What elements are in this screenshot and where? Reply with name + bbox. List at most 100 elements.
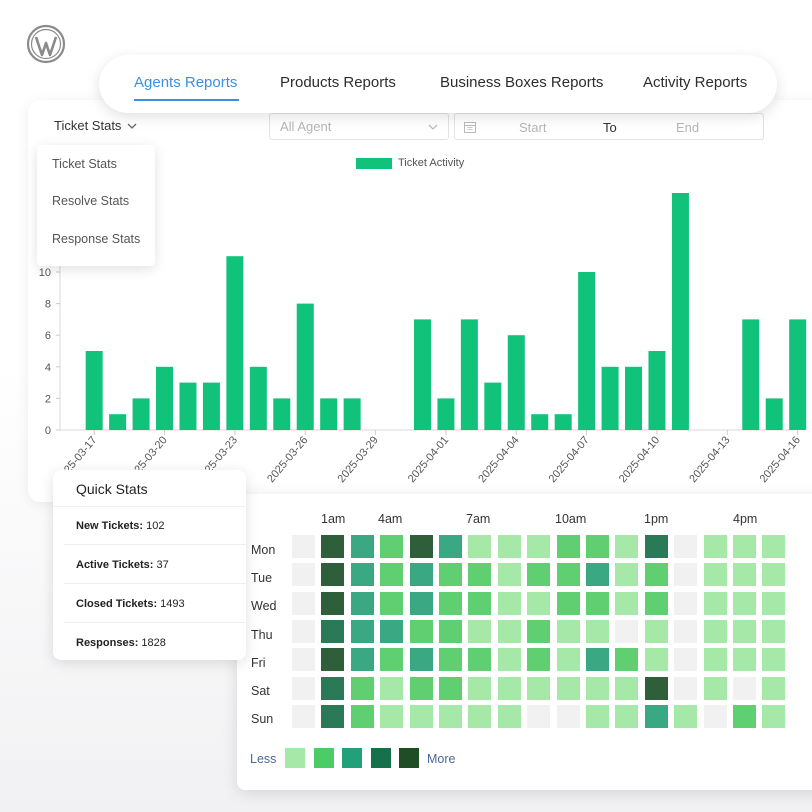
heatmap-cell-tue-4[interactable] (409, 563, 433, 587)
heatmap-cell-thu-5[interactable] (439, 619, 462, 643)
bar-2025-04-01[interactable] (437, 398, 455, 430)
heatmap-cell-wed-6[interactable] (468, 591, 492, 615)
heatmap-cell-fri-5[interactable] (439, 648, 462, 672)
heatmap-cell-sat-10[interactable] (586, 676, 609, 700)
heatmap-cell-sun-10[interactable] (586, 704, 609, 728)
heatmap-cell-wed-15[interactable] (733, 591, 756, 615)
heatmap-cell-tue-10[interactable] (586, 563, 609, 587)
heatmap-cell-sat-8[interactable] (527, 676, 551, 700)
bar-2025-04-05[interactable] (531, 414, 549, 430)
heatmap-cell-tue-1[interactable] (321, 563, 345, 587)
heatmap-cell-sat-14[interactable] (703, 676, 727, 700)
dropdown-option-resolve-stats[interactable]: Resolve Stats (52, 194, 129, 208)
heatmap-cell-fri-8[interactable] (527, 648, 551, 672)
heatmap-cell-tue-12[interactable] (644, 563, 668, 587)
heatmap-cell-mon-8[interactable] (527, 535, 551, 558)
heatmap-cell-fri-2[interactable] (350, 648, 374, 672)
bar-2025-04-03[interactable] (484, 382, 502, 430)
heatmap-cell-sat-1[interactable] (321, 676, 345, 700)
heatmap-cell-sun-12[interactable] (644, 704, 668, 728)
bar-2025-04-07[interactable] (578, 272, 596, 430)
heatmap-cell-sun-7[interactable] (497, 704, 521, 728)
heatmap-cell-fri-15[interactable] (733, 648, 756, 672)
heatmap-cell-thu-2[interactable] (350, 619, 374, 643)
heatmap-cell-mon-14[interactable] (703, 535, 727, 558)
heatmap-cell-thu-1[interactable] (321, 619, 345, 643)
bar-2025-03-27[interactable] (320, 398, 338, 430)
bar-2025-03-17[interactable] (85, 351, 103, 430)
heatmap-cell-mon-15[interactable] (733, 535, 756, 558)
heatmap-cell-wed-1[interactable] (321, 591, 345, 615)
heatmap-cell-sun-4[interactable] (409, 704, 433, 728)
heatmap-cell-fri-4[interactable] (409, 648, 433, 672)
heatmap-cell-fri-12[interactable] (644, 648, 668, 672)
heatmap-cell-mon-0[interactable] (292, 535, 315, 558)
heatmap-cell-wed-12[interactable] (644, 591, 668, 615)
heatmap-cell-tue-7[interactable] (497, 563, 521, 587)
heatmap-cell-tue-5[interactable] (439, 563, 462, 587)
heatmap-cell-sat-9[interactable] (556, 676, 580, 700)
heatmap-cell-sun-13[interactable] (674, 704, 698, 728)
heatmap-cell-sun-14[interactable] (703, 704, 727, 728)
heatmap-cell-wed-11[interactable] (615, 591, 639, 615)
heatmap-cell-mon-1[interactable] (321, 535, 345, 558)
heatmap-cell-sun-0[interactable] (292, 704, 315, 728)
heatmap-cell-fri-11[interactable] (615, 648, 639, 672)
heatmap-cell-thu-4[interactable] (409, 619, 433, 643)
heatmap-cell-tue-0[interactable] (292, 563, 315, 587)
heatmap-cell-wed-5[interactable] (439, 591, 462, 615)
heatmap-cell-wed-10[interactable] (586, 591, 609, 615)
heatmap-cell-wed-14[interactable] (703, 591, 727, 615)
bar-2025-03-19[interactable] (132, 398, 150, 430)
heatmap-cell-thu-0[interactable] (292, 619, 315, 643)
bar-2025-04-09[interactable] (625, 366, 643, 430)
heatmap-cell-mon-10[interactable] (586, 535, 609, 558)
heatmap-cell-tue-3[interactable] (380, 563, 404, 587)
heatmap-cell-sun-8[interactable] (527, 704, 551, 728)
heatmap-cell-mon-11[interactable] (615, 535, 639, 558)
heatmap-cell-wed-13[interactable] (674, 591, 698, 615)
bar-2025-04-16[interactable] (789, 319, 807, 430)
bar-2025-03-23[interactable] (226, 256, 244, 430)
bar-2025-04-06[interactable] (554, 414, 572, 430)
dropdown-option-response-stats[interactable]: Response Stats (52, 232, 140, 246)
heatmap-cell-sat-16[interactable] (762, 676, 786, 700)
heatmap-cell-fri-7[interactable] (497, 648, 521, 672)
heatmap-cell-thu-10[interactable] (586, 619, 609, 643)
heatmap-cell-thu-6[interactable] (468, 619, 492, 643)
heatmap-cell-mon-7[interactable] (497, 535, 521, 558)
heatmap-cell-thu-3[interactable] (380, 619, 404, 643)
dropdown-option-ticket-stats[interactable]: Ticket Stats (52, 157, 117, 171)
bar-2025-04-15[interactable] (765, 398, 783, 430)
heatmap-cell-thu-7[interactable] (497, 619, 521, 643)
heatmap-cell-mon-9[interactable] (556, 535, 580, 558)
heatmap-cell-thu-12[interactable] (644, 619, 668, 643)
heatmap-cell-sat-4[interactable] (409, 676, 433, 700)
bar-2025-03-18[interactable] (109, 414, 127, 430)
bar-2025-04-11[interactable] (671, 193, 689, 430)
heatmap-cell-tue-13[interactable] (674, 563, 698, 587)
heatmap-cell-tue-14[interactable] (703, 563, 727, 587)
heatmap-cell-fri-10[interactable] (586, 648, 609, 672)
heatmap-cell-thu-8[interactable] (527, 619, 551, 643)
heatmap-cell-wed-9[interactable] (556, 591, 580, 615)
heatmap-cell-sat-3[interactable] (380, 676, 404, 700)
heatmap-cell-thu-14[interactable] (703, 619, 727, 643)
heatmap-cell-wed-0[interactable] (292, 591, 315, 615)
tab-products-reports[interactable]: Products Reports (280, 74, 396, 91)
heatmap-cell-fri-13[interactable] (674, 648, 698, 672)
heatmap-cell-fri-6[interactable] (468, 648, 492, 672)
heatmap-cell-wed-8[interactable] (527, 591, 551, 615)
heatmap-cell-sat-15[interactable] (733, 676, 756, 700)
heatmap-cell-fri-16[interactable] (762, 648, 786, 672)
heatmap-cell-mon-4[interactable] (409, 535, 433, 558)
heatmap-cell-tue-11[interactable] (615, 563, 639, 587)
heatmap-cell-mon-2[interactable] (350, 535, 374, 558)
heatmap-cell-sat-7[interactable] (497, 676, 521, 700)
heatmap-cell-wed-4[interactable] (409, 591, 433, 615)
heatmap-cell-wed-3[interactable] (380, 591, 404, 615)
heatmap-cell-sat-2[interactable] (350, 676, 374, 700)
heatmap-cell-wed-16[interactable] (762, 591, 786, 615)
bar-2025-04-14[interactable] (742, 319, 760, 430)
bar-2025-03-26[interactable] (296, 303, 314, 430)
